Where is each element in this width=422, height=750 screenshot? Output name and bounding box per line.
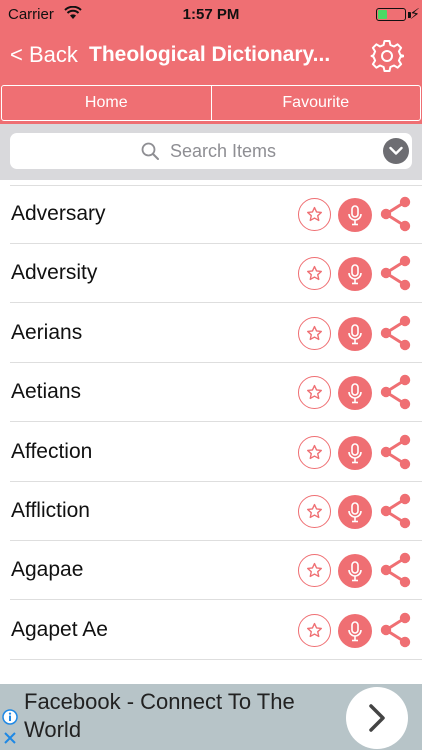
microphone-icon — [348, 502, 362, 523]
star-icon — [307, 622, 322, 637]
microphone-icon — [348, 383, 362, 404]
pronounce-button[interactable] — [338, 316, 372, 351]
pronounce-button[interactable] — [338, 257, 372, 292]
info-icon[interactable] — [2, 709, 18, 725]
list-item[interactable]: Aerians — [0, 303, 422, 363]
tab-home[interactable]: Home — [2, 86, 211, 120]
favorite-button[interactable] — [298, 316, 331, 350]
gear-icon[interactable] — [370, 39, 404, 73]
search-bar: Search Items — [0, 124, 422, 180]
star-icon — [307, 206, 322, 222]
share-icon[interactable] — [378, 315, 412, 351]
close-icon[interactable] — [3, 731, 17, 745]
ad-banner[interactable]: Facebook - Connect To The World — [0, 684, 422, 750]
pronounce-button[interactable] — [338, 554, 372, 589]
list-item-label: Aerians — [11, 320, 83, 344]
app-screen: Carrier 1:57 PM ⚡︎ < Back Theological Di… — [0, 0, 422, 750]
star-icon — [307, 503, 322, 519]
list-item-label: Adversity — [11, 261, 98, 285]
star-icon — [307, 385, 322, 400]
tab-favourite-label: Favourite — [282, 94, 350, 111]
favorite-button[interactable] — [298, 198, 331, 231]
star-icon — [307, 563, 322, 578]
list-item[interactable]: Adversity — [0, 243, 422, 304]
list-item[interactable]: Affection — [0, 422, 422, 482]
list-item[interactable]: Aetians — [0, 362, 422, 423]
star-icon — [307, 444, 322, 459]
share-icon[interactable] — [378, 552, 412, 588]
search-dropdown-button[interactable] — [383, 138, 409, 164]
favorite-button[interactable] — [298, 613, 331, 647]
charging-icon: ⚡︎ — [409, 6, 420, 23]
tab-favourite[interactable]: Favourite — [210, 86, 421, 120]
microphone-icon — [348, 323, 362, 345]
status-bar: Carrier 1:57 PM ⚡︎ — [0, 0, 422, 30]
pronounce-button[interactable] — [338, 435, 372, 470]
favorite-button[interactable] — [298, 435, 331, 469]
share-icon[interactable] — [378, 493, 412, 529]
pronounce-button[interactable] — [338, 198, 372, 232]
microphone-icon — [348, 264, 362, 285]
back-button[interactable]: < Back — [10, 42, 78, 68]
microphone-icon — [348, 620, 362, 642]
chevron-right-icon — [369, 704, 385, 732]
list-item-label: Agapet Ae — [11, 617, 108, 641]
list-item-label: Adversary — [11, 202, 106, 225]
microphone-icon — [348, 442, 362, 463]
share-icon[interactable] — [378, 196, 412, 232]
list-item-label: Aetians — [11, 380, 82, 404]
search-icon — [141, 142, 159, 160]
microphone-icon — [348, 561, 362, 582]
ad-text: Facebook - Connect To The World — [24, 689, 295, 742]
list-item[interactable]: Agapet Ae — [0, 600, 422, 660]
search-input[interactable]: Search Items — [10, 133, 412, 169]
list-item-label: Affection — [11, 439, 93, 463]
pronounce-button[interactable] — [338, 613, 372, 648]
star-icon — [307, 266, 322, 281]
battery-icon — [376, 8, 406, 21]
list-item-label: Agapae — [11, 558, 84, 582]
header: Carrier 1:57 PM ⚡︎ < Back Theological Di… — [0, 0, 422, 124]
favorite-button[interactable] — [298, 257, 331, 291]
list-item[interactable]: Affliction — [0, 481, 422, 541]
share-icon[interactable] — [378, 612, 412, 648]
chevron-down-icon — [389, 146, 403, 155]
tab-bar: Home Favourite — [1, 85, 421, 121]
page-title: Theological Dictionary... — [89, 43, 331, 66]
share-icon[interactable] — [378, 434, 412, 470]
row-divider — [10, 658, 422, 660]
favorite-button[interactable] — [298, 495, 331, 528]
list-item[interactable]: Agapae — [0, 540, 422, 601]
favorite-button[interactable] — [298, 554, 331, 588]
battery-level — [378, 10, 387, 19]
share-icon[interactable] — [378, 255, 412, 291]
navigation-bar: < Back Theological Dictionary... — [0, 30, 422, 84]
pronounce-button[interactable] — [338, 376, 372, 411]
search-placeholder: Search Items — [170, 141, 277, 161]
microphone-icon — [348, 205, 362, 226]
share-icon[interactable] — [378, 374, 412, 410]
ad-open-button[interactable] — [346, 687, 408, 749]
favorite-button[interactable] — [298, 376, 331, 410]
clock: 1:57 PM — [182, 6, 240, 23]
tab-home-label: Home — [84, 94, 128, 111]
star-icon — [307, 325, 322, 340]
list-item[interactable]: Adversary — [0, 184, 422, 244]
list-item-label: Affliction — [11, 499, 90, 522]
pronounce-button[interactable] — [338, 495, 372, 529]
dictionary-list: Adversary Adversity Aerians Aetians Affectio… — [0, 180, 422, 684]
